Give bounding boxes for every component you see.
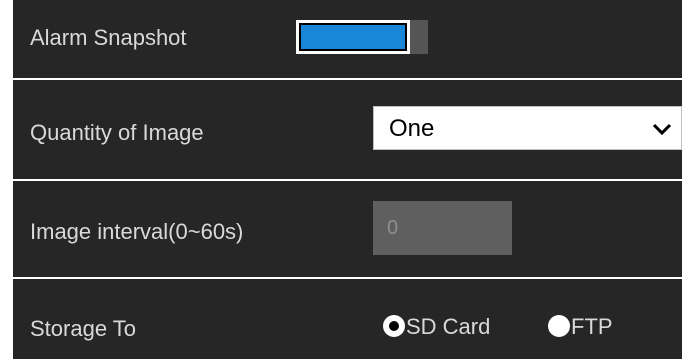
chevron-down-icon <box>652 123 672 136</box>
storage-to-row: Storage To SD Card FTP <box>13 279 682 359</box>
image-interval-input[interactable] <box>373 201 512 255</box>
quantity-of-image-label: Quantity of Image <box>30 120 204 145</box>
quantity-of-image-row: Quantity of Image One <box>13 80 682 179</box>
sd-card-radio-label: SD Card <box>406 314 491 339</box>
quantity-of-image-value: One <box>389 115 435 142</box>
alarm-snapshot-settings-panel: Alarm Snapshot Quantity of Image One Ima… <box>0 0 682 359</box>
ftp-radio-dot[interactable] <box>548 315 570 337</box>
image-interval-label: Image interval(0~60s) <box>30 219 244 244</box>
alarm-snapshot-label: Alarm Snapshot <box>30 25 187 50</box>
image-interval-row: Image interval(0~60s) <box>13 181 682 277</box>
storage-to-label: Storage To <box>30 316 137 341</box>
toggle-track-on <box>296 20 410 54</box>
alarm-snapshot-row: Alarm Snapshot <box>13 0 682 78</box>
ftp-radio-label: FTP <box>571 314 613 339</box>
quantity-of-image-select[interactable]: One <box>373 106 682 150</box>
alarm-snapshot-toggle[interactable] <box>296 20 428 54</box>
toggle-on-fill <box>299 23 407 51</box>
sd-card-radio-dot[interactable] <box>383 315 405 337</box>
